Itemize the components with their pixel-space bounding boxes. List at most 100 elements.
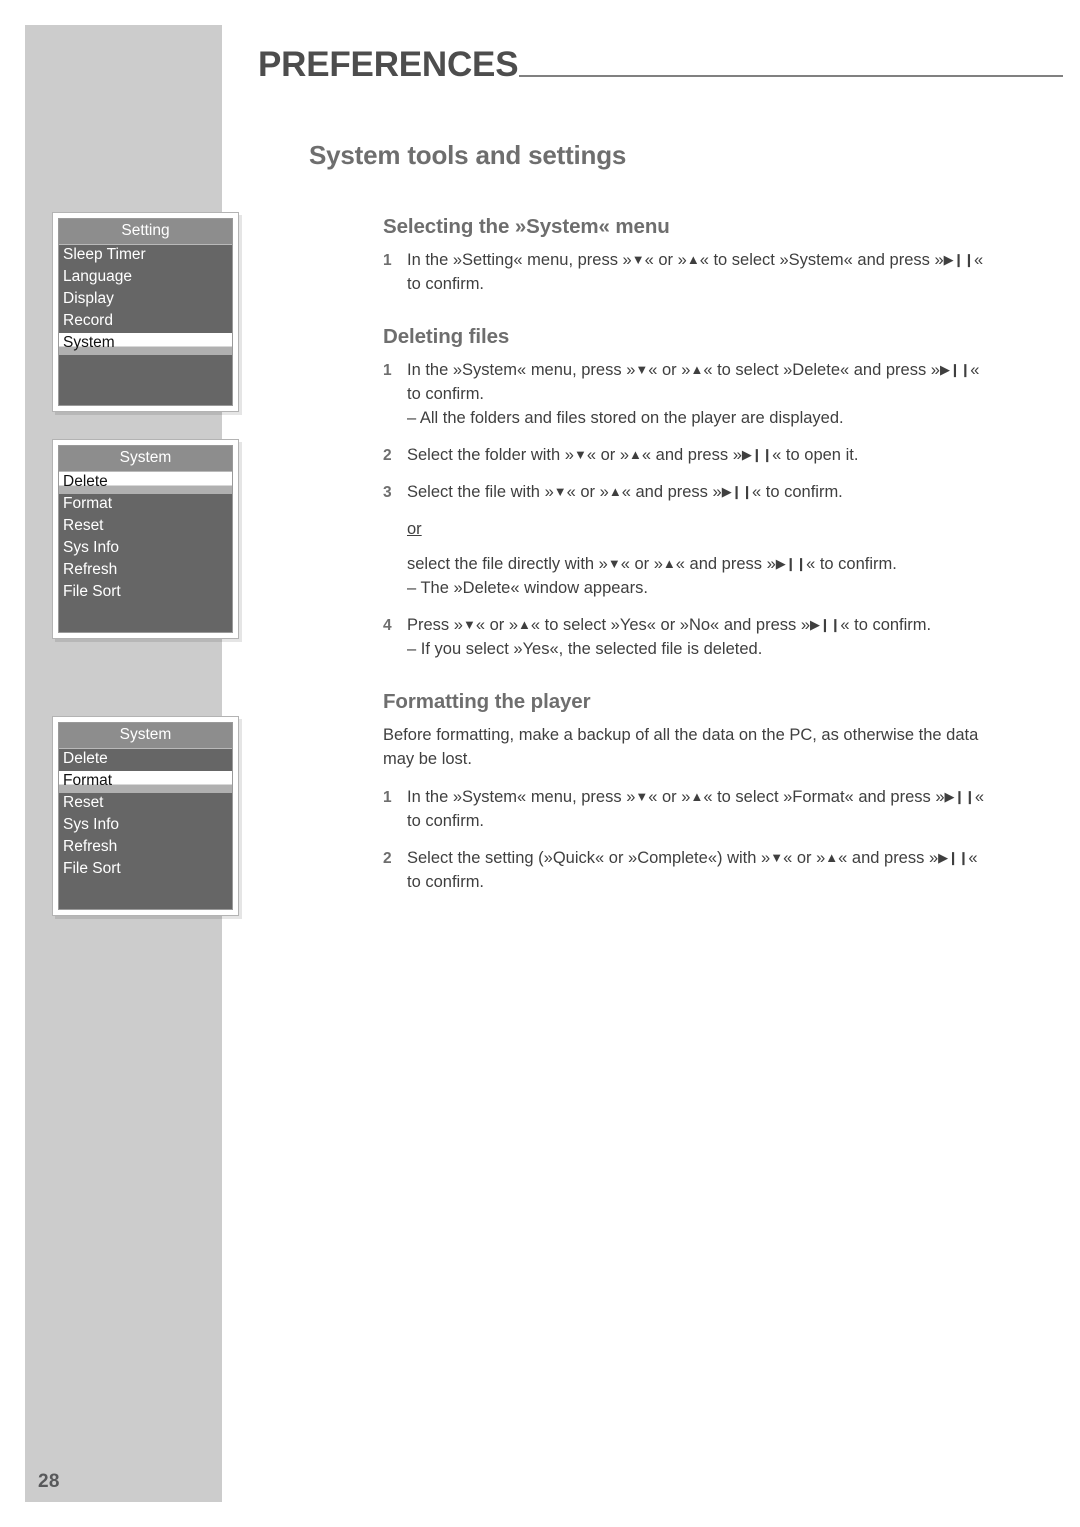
menu-item-sys-info[interactable]: Sys Info: [59, 538, 232, 560]
down-arrow-icon: ▼: [635, 788, 649, 804]
menu-item-sys-info-2[interactable]: Sys Info: [59, 815, 232, 837]
step-text-d: «: [974, 787, 985, 806]
step-number: 3: [383, 483, 392, 501]
menu-item-language[interactable]: Language: [59, 267, 232, 289]
step-text-c: « to select »Delete« and press »: [703, 360, 940, 379]
system-menu-delete: System Delete Format Reset Sys Info Refr…: [52, 439, 239, 639]
menu-item-display[interactable]: Display: [59, 289, 232, 311]
menu-item-refresh[interactable]: Refresh: [59, 560, 232, 582]
up-arrow-icon: ▲: [690, 361, 704, 377]
step-number: 1: [383, 788, 392, 806]
down-arrow-icon: ▼: [553, 483, 567, 499]
step-item: 3 Select the file with »▼« or »▲« and pr…: [383, 481, 1063, 505]
setting-menu-inner: Setting Sleep Timer Language Display Rec…: [58, 218, 233, 406]
step-text-a: Select the setting (»Quick« or »Complete…: [407, 848, 771, 867]
menu-item-record[interactable]: Record: [59, 311, 232, 333]
step-text-d: «: [968, 848, 978, 867]
step-text-c: « to select »Format« and press »: [703, 787, 945, 806]
system-menu-delete-title: System: [59, 446, 232, 472]
section-heading-selecting-system: Selecting the »System« menu: [383, 215, 670, 238]
step-number: 2: [383, 446, 392, 464]
system-menu-format: System Delete Format Reset Sys Info Refr…: [52, 716, 239, 916]
step-text-b: « or »: [475, 616, 519, 635]
step-number: 1: [383, 252, 392, 269]
step-text-b: « or »: [566, 482, 609, 501]
step-text-c: « to select »System« and press »: [699, 251, 944, 269]
menu-item-delete[interactable]: Delete: [59, 749, 232, 771]
step-item: 1 In the »System« menu, press »▼« or »▲«…: [383, 359, 1063, 431]
step-text-a: Select the folder with »: [407, 445, 574, 464]
step-text-d: « to confirm.: [751, 482, 843, 501]
menu-item-sleep-timer[interactable]: Sleep Timer: [59, 245, 232, 267]
alt-subline: – The »Delete« window appears.: [407, 579, 648, 598]
step-item: 1 In the »Setting« menu, press »▼« or »▲…: [383, 249, 1063, 297]
system-menu-format-items: Delete Format Reset Sys Info Refresh Fil…: [59, 749, 232, 909]
section-heading-deleting-files: Deleting files: [383, 324, 510, 348]
menu-item-system-selected[interactable]: System: [59, 332, 232, 355]
menu-item-file-sort[interactable]: File Sort: [59, 582, 232, 604]
setting-menu-items: Sleep Timer Language Display Record Syst…: [59, 245, 232, 405]
step-line-cont: to confirm.: [407, 274, 485, 293]
play-pause-icon: ▶❙❙: [943, 252, 975, 267]
menu-item-format-selected[interactable]: Format: [59, 770, 232, 793]
step-number: 2: [383, 849, 392, 867]
down-arrow-icon: ▼: [607, 556, 621, 572]
step-text: Select the folder with »▼« or »▲« and pr…: [407, 444, 1012, 468]
play-pause-icon: ▶❙❙: [939, 361, 971, 377]
step-item: 2 Select the folder with »▼« or »▲« and …: [383, 444, 1063, 468]
alt-text-a: select the file directly with »: [407, 555, 608, 574]
page-number: 28: [38, 1471, 60, 1492]
step-text-b: « or »: [644, 251, 687, 269]
step-text-c: « and press »: [838, 848, 939, 867]
up-arrow-icon: ▲: [686, 252, 700, 267]
section-formatting-player: Formatting the player Before formatting,…: [383, 690, 1063, 895]
down-arrow-icon: ▼: [770, 849, 784, 865]
up-arrow-icon: ▲: [662, 556, 676, 572]
setting-menu: Setting Sleep Timer Language Display Rec…: [52, 212, 239, 412]
step-text-b: « or »: [783, 848, 826, 867]
step-line-cont: to confirm.: [407, 384, 485, 403]
step-item: 1 In the »System« menu, press »▼« or »▲«…: [383, 786, 1063, 834]
up-arrow-icon: ▲: [518, 617, 531, 633]
menu-item-file-sort-2[interactable]: File Sort: [59, 859, 232, 881]
play-pause-icon: ▶❙❙: [721, 483, 753, 499]
step-number: 4: [383, 617, 392, 635]
step-text-a: Press »: [407, 616, 463, 635]
step-text: Select the file with »▼« or »▲« and pres…: [407, 481, 1012, 505]
step-text: Select the setting (»Quick« or »Complete…: [407, 847, 1012, 895]
up-arrow-icon: ▲: [825, 849, 839, 865]
alternative-instruction: select the file directly with »▼« or »▲«…: [407, 553, 1012, 601]
step-number: 1: [383, 361, 392, 379]
step-line: In the »Setting« menu, press »▼« or »▲« …: [407, 249, 1012, 273]
step-subline: – If you select »Yes«, the selected file…: [407, 640, 763, 659]
system-menu-format-inner: System Delete Format Reset Sys Info Refr…: [58, 722, 233, 910]
section-heading-formatting-player: Formatting the player: [383, 690, 591, 714]
section-deleting-files: Deleting files 1 In the »System« menu, p…: [383, 325, 1063, 662]
menu-item-refresh-2[interactable]: Refresh: [59, 837, 232, 859]
step-text-a: In the »System« menu, press »: [407, 360, 636, 379]
system-menu-delete-items: Delete Format Reset Sys Info Refresh Fil…: [59, 472, 232, 632]
menu-item-reset[interactable]: Reset: [59, 516, 232, 538]
formatting-intro-text: Before formatting, make a backup of all …: [383, 726, 979, 769]
step-line: Select the folder with »▼« or »▲« and pr…: [407, 444, 1012, 468]
step-text-d: «: [970, 360, 980, 379]
step-item: 2 Select the setting (»Quick« or »Comple…: [383, 847, 1063, 895]
header-title: PREFERENCES: [258, 45, 519, 84]
menu-item-delete-selected[interactable]: Delete: [59, 472, 232, 494]
menu-item-format[interactable]: Format: [59, 494, 232, 516]
step-text-a: In the »System« menu, press »: [407, 787, 636, 806]
step-text: In the »System« menu, press »▼« or »▲« t…: [407, 786, 1012, 834]
step-line: Select the setting (»Quick« or »Complete…: [407, 847, 1012, 871]
content-column: System tools and settings: [304, 140, 1064, 171]
up-arrow-icon: ▲: [608, 483, 622, 499]
play-pause-icon: ▶❙❙: [775, 556, 807, 572]
menu-item-reset-2[interactable]: Reset: [59, 793, 232, 815]
or-separator: or: [407, 520, 1063, 539]
step-text-a: In the »Setting« menu, press »: [407, 251, 632, 269]
step-text-c: « and press »: [641, 445, 742, 464]
step-text: In the »System« menu, press »▼« or »▲« t…: [407, 359, 1012, 431]
step-text-a: Select the file with »: [407, 482, 554, 501]
step-line: In the »System« menu, press »▼« or »▲« t…: [407, 786, 1012, 810]
step-text-d: «: [973, 251, 984, 269]
system-menu-format-title: System: [59, 723, 232, 749]
